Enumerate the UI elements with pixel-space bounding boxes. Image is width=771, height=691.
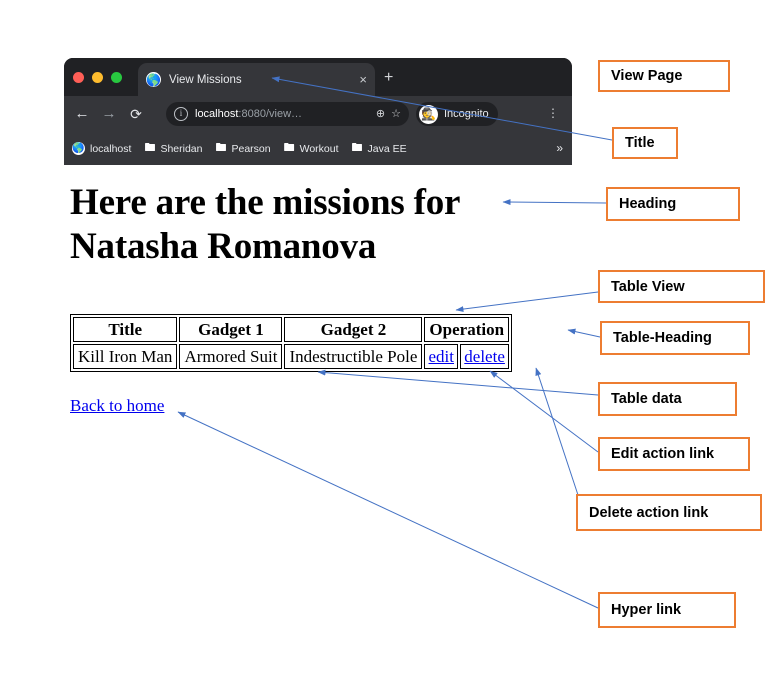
folder-icon: 🖿 (215, 142, 227, 154)
connector-table-heading (567, 328, 601, 338)
callout-table-heading: Table-Heading (600, 321, 750, 355)
site-info-icon[interactable]: i (174, 107, 188, 121)
annotated-screenshot-canvas: 🌎 View Missions × + ← → ⟳ i localhost:80… (0, 0, 771, 691)
page-heading: Here are the missions for Natasha Romano… (70, 182, 460, 267)
incognito-profile-chip[interactable]: 🕵 Incognito (416, 102, 498, 126)
url-host: localhost (195, 108, 239, 120)
missions-table: Title Gadget 1 Gadget 2 Operation Kill I… (70, 314, 513, 372)
missions-table-body: Kill Iron Man Armored Suit Indestructibl… (73, 344, 510, 369)
bookmarks-overflow-icon[interactable]: » (556, 141, 563, 155)
cell-delete-action[interactable]: delete (460, 344, 510, 369)
callout-label: Title (625, 135, 655, 151)
close-icon[interactable]: × (359, 73, 367, 86)
bookmark-item-sheridan[interactable]: 🖿 Sheridan (144, 143, 202, 155)
bookmark-label: Workout (299, 142, 339, 155)
bookmark-star-icon[interactable]: ☆ (391, 108, 401, 120)
callout-hyper-link: Hyper link (598, 592, 736, 628)
cell-gadget-1: Armored Suit (179, 344, 283, 369)
column-header-operation: Operation (424, 317, 510, 342)
callout-label: Table-Heading (613, 330, 712, 346)
column-header-gadget-2: Gadget 2 (284, 317, 423, 342)
callout-label: Edit action link (611, 446, 715, 462)
bookmark-item-workout[interactable]: 🖿 Workout (284, 143, 339, 155)
cell-title: Kill Iron Man (73, 344, 178, 369)
address-bar-url: localhost:8080/view… (195, 108, 370, 120)
callout-edit-action-link: Edit action link (598, 437, 750, 471)
bookmark-label: localhost (90, 142, 132, 155)
callout-label: Table data (611, 391, 682, 407)
bookmark-label: Sheridan (160, 142, 203, 155)
close-window-button[interactable] (73, 72, 84, 83)
callout-view-page: View Page (598, 60, 730, 92)
missions-table-head: Title Gadget 1 Gadget 2 Operation (73, 317, 510, 342)
zoom-icon[interactable]: ⊕ (376, 108, 385, 120)
back-to-home-link[interactable]: Back to home (70, 396, 164, 416)
edit-link[interactable]: edit (429, 347, 455, 366)
back-icon[interactable]: ← (73, 105, 91, 123)
new-tab-button[interactable]: + (384, 70, 393, 86)
folder-icon: 🖿 (144, 142, 156, 154)
cell-edit-action[interactable]: edit (424, 344, 459, 369)
callout-table-data: Table data (598, 382, 737, 416)
browser-menu-icon[interactable]: ⋮ (547, 106, 559, 120)
maximize-window-button[interactable] (111, 72, 122, 83)
address-bar[interactable]: i localhost:8080/view… ⊕ ☆ (166, 102, 409, 126)
window-traffic-lights[interactable] (73, 72, 122, 83)
minimize-window-button[interactable] (92, 72, 103, 83)
bookmarks-bar: 🌎 localhost 🖿 Sheridan 🖿 Pearson 🖿 Worko… (64, 132, 572, 165)
browser-toolbar: ← → ⟳ i localhost:8080/view… ⊕ ☆ 🕵 Incog… (64, 96, 572, 132)
callout-label: Heading (619, 196, 677, 212)
delete-link[interactable]: delete (464, 347, 505, 366)
table-row: Kill Iron Man Armored Suit Indestructibl… (73, 344, 510, 369)
url-path: :8080/view… (238, 108, 303, 120)
callout-label: View Page (611, 68, 683, 84)
bookmark-label: Pearson (231, 142, 271, 155)
bookmark-item-pearson[interactable]: 🖿 Pearson (215, 143, 270, 155)
browser-tab-title: View Missions (169, 73, 242, 86)
browser-window: 🌎 View Missions × + ← → ⟳ i localhost:80… (64, 58, 572, 165)
reload-icon[interactable]: ⟳ (127, 105, 145, 123)
forward-icon[interactable]: → (100, 105, 118, 123)
page-content: Here are the missions for Natasha Romano… (64, 165, 572, 435)
callout-heading: Heading (606, 187, 740, 221)
incognito-label: Incognito (444, 108, 489, 120)
table-header-row: Title Gadget 1 Gadget 2 Operation (73, 317, 510, 342)
browser-tab-view-missions[interactable]: 🌎 View Missions × (138, 63, 375, 96)
callout-title: Title (612, 127, 678, 159)
bookmark-item-java-ee[interactable]: 🖿 Java EE (352, 143, 407, 155)
connector-hyper-link (177, 411, 599, 609)
callout-table-view: Table View (598, 270, 765, 303)
cell-gadget-2: Indestructible Pole (284, 344, 423, 369)
bookmark-item-localhost[interactable]: 🌎 localhost (72, 142, 131, 155)
callout-label: Table View (611, 278, 685, 295)
bookmark-label: Java EE (367, 142, 407, 155)
column-header-title: Title (73, 317, 178, 342)
folder-icon: 🖿 (351, 142, 363, 154)
callout-delete-action-link: Delete action link (576, 494, 762, 531)
column-header-gadget-1: Gadget 1 (179, 317, 283, 342)
globe-icon: 🌎 (72, 142, 85, 155)
browser-tab-strip: 🌎 View Missions × + (64, 58, 572, 96)
callout-label: Delete action link (589, 504, 709, 521)
folder-icon: 🖿 (283, 142, 295, 154)
incognito-hat-icon: 🕵 (419, 104, 438, 124)
globe-icon: 🌎 (146, 72, 161, 87)
callout-label: Hyper link (611, 602, 682, 618)
